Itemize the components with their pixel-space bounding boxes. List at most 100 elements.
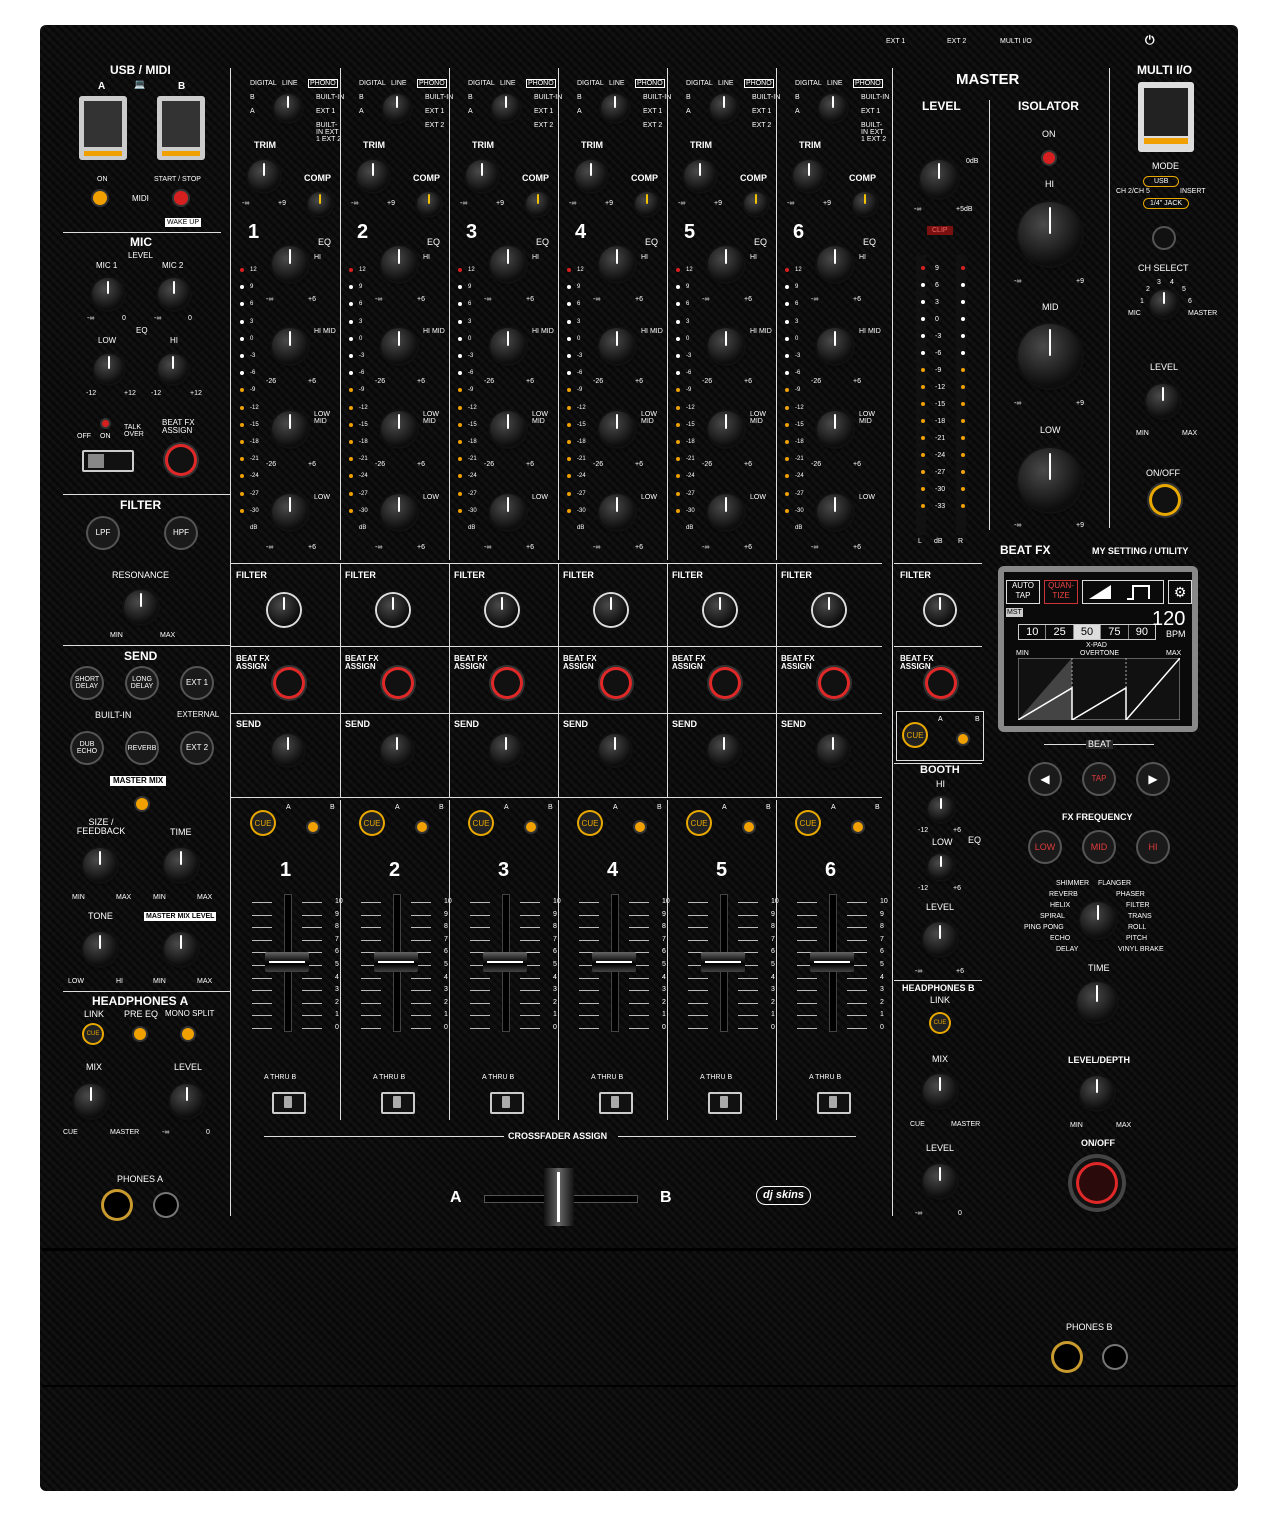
channel-send-knob[interactable] [599, 734, 631, 766]
quantize-button[interactable]: QUAN-TIZE [1044, 580, 1078, 604]
crossfader-cap[interactable] [544, 1168, 574, 1226]
comp-knob[interactable] [417, 192, 441, 216]
trim-knob[interactable] [575, 160, 607, 192]
beat-option[interactable]: 50 [1072, 625, 1101, 639]
beat-right-button[interactable]: ▶ [1138, 764, 1168, 794]
trim-knob[interactable] [248, 160, 280, 192]
booth-level-knob[interactable] [923, 922, 957, 956]
fx-level-depth-knob[interactable] [1080, 1076, 1114, 1110]
resonance-knob[interactable] [124, 590, 158, 624]
mic2-level-knob[interactable] [158, 278, 190, 310]
comp-knob[interactable] [744, 192, 768, 216]
eq-hi-knob[interactable] [817, 246, 853, 282]
fx-freq-hi-button[interactable]: HI [1138, 832, 1168, 862]
eq-low-mid-knob[interactable] [599, 411, 635, 447]
beat-option[interactable]: 10 [1019, 625, 1045, 639]
multi-io-on-off-button[interactable] [1152, 487, 1178, 513]
settings-gear-icon[interactable]: ⚙ [1168, 580, 1192, 604]
master-level-knob[interactable] [920, 160, 958, 198]
mic-low-eq-knob[interactable] [94, 354, 124, 384]
mic1-level-knob[interactable] [92, 278, 124, 310]
multi-io-usb-port[interactable] [1138, 82, 1194, 152]
channel-cue-button[interactable]: CUE [361, 812, 383, 834]
beat-option[interactable]: 25 [1045, 625, 1072, 639]
eq-hi-knob[interactable] [708, 246, 744, 282]
channel-send-knob[interactable] [490, 734, 522, 766]
eq-hi-mid-knob[interactable] [381, 328, 417, 364]
master-mix-button[interactable] [136, 798, 148, 810]
crossfader-assign-switch[interactable] [708, 1092, 742, 1114]
trim-knob[interactable] [357, 160, 389, 192]
eq-hi-mid-knob[interactable] [599, 328, 635, 364]
eq-hi-mid-knob[interactable] [272, 328, 308, 364]
multi-io-ch-select-knob[interactable] [1150, 290, 1178, 318]
input-selector-knob[interactable] [601, 94, 629, 122]
channel-send-knob[interactable] [817, 734, 849, 766]
trim-knob[interactable] [684, 160, 716, 192]
headphones-b-level-knob[interactable] [923, 1164, 957, 1198]
eq-low-knob[interactable] [708, 494, 744, 530]
auto-tap-button[interactable]: AUTO TAP [1006, 580, 1040, 604]
channel-filter-knob[interactable] [486, 594, 518, 626]
master-cue-b-button[interactable] [958, 734, 968, 744]
multi-io-mode-button[interactable] [1154, 228, 1174, 248]
eq-low-knob[interactable] [381, 494, 417, 530]
eq-hi-knob[interactable] [272, 246, 308, 282]
fx-freq-mid-button[interactable]: MID [1084, 832, 1114, 862]
crossfader-assign-switch[interactable] [272, 1092, 306, 1114]
channel-cue-button[interactable]: CUE [688, 812, 710, 834]
headphones-b-link-cue-button[interactable]: CUE [931, 1014, 949, 1032]
isolator-on-button[interactable] [1043, 152, 1055, 164]
eq-hi-mid-knob[interactable] [817, 328, 853, 364]
channel-beat-fx-assign-button[interactable] [385, 670, 411, 696]
channel-filter-knob[interactable] [377, 594, 409, 626]
isolator-low-knob[interactable] [1018, 448, 1082, 512]
isolator-mid-knob[interactable] [1018, 324, 1082, 388]
eq-hi-knob[interactable] [381, 246, 417, 282]
channel-cue-button[interactable]: CUE [470, 812, 492, 834]
short-delay-button[interactable]: SHORT DELAY [72, 668, 102, 698]
phones-a-large-jack[interactable] [104, 1192, 130, 1218]
fx-on-off-button[interactable] [1072, 1158, 1122, 1208]
usb-a-port[interactable] [79, 96, 127, 160]
phones-b-large-jack[interactable] [1054, 1344, 1080, 1370]
ext2-send-button[interactable]: EXT 2 [182, 733, 212, 763]
channel-fader-cap[interactable] [701, 952, 745, 972]
booth-hi-knob[interactable] [928, 796, 954, 822]
reverb-button[interactable]: REVERB [127, 733, 157, 763]
eq-low-mid-knob[interactable] [708, 411, 744, 447]
channel-cue-b-button[interactable] [308, 822, 318, 832]
eq-low-mid-knob[interactable] [381, 411, 417, 447]
comp-knob[interactable] [635, 192, 659, 216]
channel-beat-fx-assign-button[interactable] [712, 670, 738, 696]
crossfader-assign-switch[interactable] [817, 1092, 851, 1114]
multi-io-level-knob[interactable] [1146, 384, 1180, 418]
usb-b-port[interactable] [157, 96, 205, 160]
channel-fader-cap[interactable] [374, 952, 418, 972]
eq-hi-knob[interactable] [490, 246, 526, 282]
input-selector-knob[interactable] [710, 94, 738, 122]
channel-cue-b-button[interactable] [417, 822, 427, 832]
pre-eq-button[interactable] [134, 1028, 146, 1040]
dub-echo-button[interactable]: DUB ECHO [72, 733, 102, 763]
channel-fader-cap[interactable] [810, 952, 854, 972]
eq-low-knob[interactable] [272, 494, 308, 530]
isolator-hi-knob[interactable] [1018, 202, 1082, 266]
crossfader-assign-switch[interactable] [599, 1092, 633, 1114]
comp-knob[interactable] [853, 192, 877, 216]
trim-knob[interactable] [466, 160, 498, 192]
phones-a-mini-jack[interactable] [155, 1194, 177, 1216]
eq-low-knob[interactable] [817, 494, 853, 530]
headphones-a-link-cue-button[interactable]: CUE [84, 1025, 102, 1043]
beat-left-button[interactable]: ◀ [1030, 764, 1060, 794]
comp-knob[interactable] [526, 192, 550, 216]
headphones-b-mix-knob[interactable] [923, 1074, 957, 1108]
lpf-button[interactable]: LPF [88, 518, 118, 548]
send-time-knob[interactable] [164, 848, 198, 882]
master-filter-knob[interactable] [925, 595, 955, 625]
channel-beat-fx-assign-button[interactable] [603, 670, 629, 696]
channel-send-knob[interactable] [272, 734, 304, 766]
channel-fader-cap[interactable] [483, 952, 527, 972]
eq-low-mid-knob[interactable] [272, 411, 308, 447]
tone-knob[interactable] [83, 932, 117, 966]
